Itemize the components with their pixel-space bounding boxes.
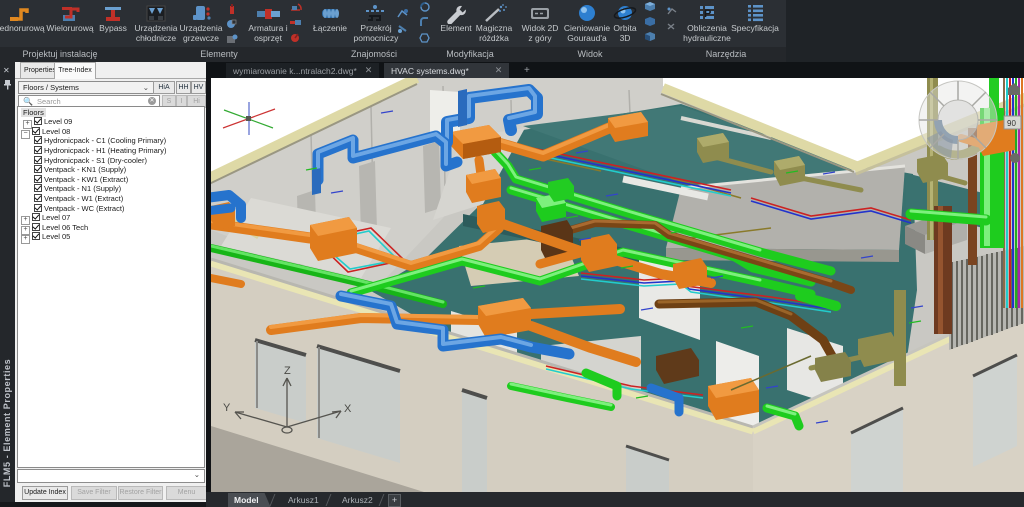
- svg-text:Z: Z: [284, 365, 291, 377]
- svg-text:90: 90: [1007, 119, 1016, 128]
- svg-text:P: P: [704, 8, 711, 20]
- svg-text:X: X: [344, 403, 352, 415]
- svg-text:Y: Y: [223, 402, 231, 414]
